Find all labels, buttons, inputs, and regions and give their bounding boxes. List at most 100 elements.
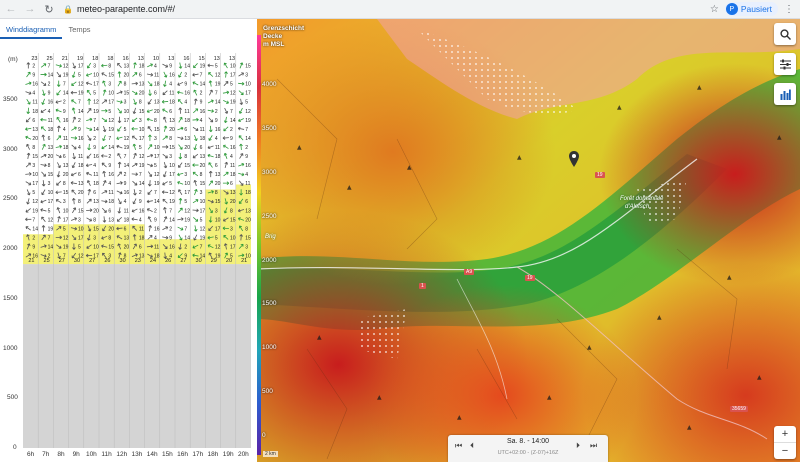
ground-row-value: 27 (59, 258, 65, 264)
profile-button[interactable]: P Pausiert (724, 2, 778, 16)
wind-speed-value: 12 (154, 172, 160, 178)
wind-speed-value: 18 (169, 100, 175, 106)
wind-speed-value: 3 (169, 154, 172, 160)
wind-speed-value: 2 (78, 118, 81, 124)
hour-label: 11h (101, 451, 112, 458)
timezone-info: UTC+02:00 - (Z-07)+16Z (497, 450, 559, 456)
wind-diagram: (m) 3500 3000 2500 2000 1500 1000 500 0 2 7 12 17 3… (0, 48, 257, 462)
wind-speed-value: 2 (48, 82, 51, 88)
terrain-map[interactable]: ▲ ▲ ▲ ▲ ▲ ▲ ▲ ▲ ▲ ▲ ▲ ▲ ▲ ▲ ▲ ▲ (257, 19, 800, 462)
wind-speed-value: 8 (108, 64, 111, 70)
wind-speed-value: 9 (63, 109, 66, 115)
wind-speed-value: 5 (139, 145, 142, 151)
step-forward-icon[interactable]: ⏵ (576, 441, 580, 451)
search-button[interactable] (774, 23, 796, 45)
wind-speed-value: 10 (108, 91, 114, 97)
chart-button[interactable] (774, 83, 796, 105)
wind-speed-value: 7 (245, 127, 248, 133)
legend-tick-label: 2000 (262, 256, 277, 264)
wind-speed-value: 19 (200, 235, 206, 241)
wind-speed-value: 12 (48, 217, 54, 223)
wind-speed-value: 14 (78, 109, 84, 115)
wind-speed-value: 12 (63, 64, 69, 70)
legend-tick-label: 2500 (262, 212, 277, 220)
search-icon (779, 28, 791, 40)
wind-speed-value: 4 (124, 199, 127, 205)
road-label: A9 (464, 269, 475, 275)
wind-speed-value: 14 (93, 127, 99, 133)
wind-speed-value: 19 (245, 118, 251, 124)
wind-speed-value: 19 (93, 109, 99, 115)
location-pin-icon[interactable] (569, 151, 579, 167)
wind-speed-value: 17 (78, 235, 84, 241)
browser-menu-icon[interactable]: ⋮ (784, 4, 794, 15)
wind-speed-value: 12 (108, 118, 114, 124)
wind-speed-value: 5 (78, 73, 81, 79)
wind-speed-value: 12 (215, 73, 221, 79)
wind-speed-value: 20 (169, 127, 175, 133)
wind-speed-value: 9 (230, 136, 233, 142)
wind-speed-value: 6 (32, 118, 35, 124)
wind-speed-value: 7 (154, 190, 157, 196)
tab-winddiagramm[interactable]: Winddiagramm (0, 19, 63, 39)
wind-speed-value: 11 (124, 208, 129, 214)
wind-speed-value: 17 (230, 73, 236, 79)
wind-speed-value: 11 (154, 244, 159, 250)
wind-speed-value: 19 (78, 91, 84, 97)
back-icon[interactable]: ← (3, 1, 19, 17)
wind-speed-value: 4 (184, 100, 187, 106)
y-tick-label: 3500 (3, 96, 18, 103)
wind-speed-value: 20 (230, 199, 236, 205)
wind-speed-value: 11 (215, 145, 220, 151)
svg-text:▲: ▲ (777, 134, 782, 141)
reload-icon[interactable]: ↻ (41, 1, 57, 17)
wind-speed-value: 7 (169, 208, 172, 214)
hour-label: 8h (57, 451, 65, 458)
ground-row-value: 21 (241, 258, 247, 264)
bookmark-star-icon[interactable]: ☆ (710, 4, 719, 15)
skip-forward-icon[interactable]: ⏭ (590, 441, 597, 451)
wind-speed-value: 20 (184, 145, 190, 151)
wind-speed-value: 15 (32, 154, 38, 160)
top-row-value: 23 (31, 56, 37, 62)
svg-text:▲: ▲ (757, 374, 762, 381)
wind-speed-value: 7 (78, 100, 81, 106)
wind-speed-value: 14 (63, 91, 69, 97)
wind-speed-value: 20 (32, 136, 38, 142)
wind-speed-value: 9 (245, 154, 248, 160)
wind-speed-value: 20 (139, 91, 145, 97)
top-row-value: 19 (77, 56, 83, 62)
ground-row-value: 20 (226, 258, 232, 264)
hour-label: 19h (222, 451, 234, 458)
zoom-in-button[interactable]: + (774, 426, 796, 442)
svg-text:▲: ▲ (687, 424, 692, 431)
wind-speed-value: 10 (169, 163, 175, 169)
wind-speed-value: 9 (108, 163, 111, 169)
wind-speed-value: 6 (93, 190, 96, 196)
forward-icon[interactable]: → (22, 1, 38, 17)
wind-speed-value: 14 (154, 199, 160, 205)
wind-speed-value: 18 (184, 118, 190, 124)
settings-button[interactable] (774, 53, 796, 75)
wind-speed-value: 4 (32, 91, 35, 97)
map-view[interactable]: ▲ ▲ ▲ ▲ ▲ ▲ ▲ ▲ ▲ ▲ ▲ ▲ ▲ ▲ ▲ ▲ Grenzschicht Decke m… (257, 19, 800, 462)
top-row-value: 13 (229, 56, 235, 62)
place-label: Forêt domaniale (620, 196, 664, 202)
wind-speed-value: 10 (78, 226, 84, 232)
wind-speed-value: 2 (154, 208, 157, 214)
wind-speed-value: 6 (48, 136, 51, 142)
wind-speed-value: 6 (154, 91, 157, 97)
lock-icon: 🔒 (63, 4, 73, 14)
wind-speed-value: 13 (78, 181, 84, 187)
tab-temps[interactable]: Temps (62, 19, 96, 39)
address-bar[interactable]: 🔒 meteo-parapente.com/#/ (63, 4, 175, 14)
wind-speed-value: 4 (245, 172, 248, 178)
wind-speed-value: 7 (124, 154, 127, 160)
legend-title: Grenzschicht Decke m MSL (263, 25, 304, 49)
zoom-out-button[interactable]: − (774, 442, 796, 458)
wind-speed-value: 6 (63, 154, 66, 160)
panel-tabs: Winddiagramm Temps (0, 19, 257, 39)
wind-speed-value: 2 (139, 190, 142, 196)
wind-speed-value: 8 (154, 118, 157, 124)
ground-row-value: 26 (104, 258, 110, 264)
